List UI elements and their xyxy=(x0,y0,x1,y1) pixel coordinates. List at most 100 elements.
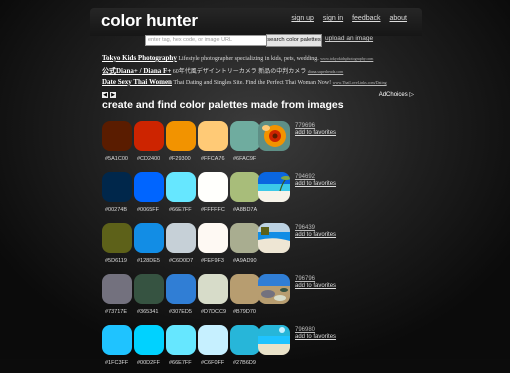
hex-label[interactable]: #C6D0D7 xyxy=(169,258,201,264)
ad-url[interactable]: www.ThaiLoveLinks.com/Dating xyxy=(333,80,387,85)
upload-image-link[interactable]: upload an image xyxy=(325,35,373,42)
nav-feedback[interactable]: feedback xyxy=(352,15,380,22)
hex-label[interactable]: #128DE5 xyxy=(137,258,169,264)
nav-sign-in[interactable]: sign in xyxy=(323,15,343,22)
ad-block: Tokyo Kids Photography Lifestyle photogr… xyxy=(102,54,414,90)
ad-prev-icon[interactable]: ◀ xyxy=(102,92,108,98)
palette-row: #73717E #365341 #307ED5 #D7DCC9 #B79D70 79679… xyxy=(102,274,422,322)
color-swatch[interactable] xyxy=(198,121,228,151)
hex-label[interactable]: #1FC3FF xyxy=(105,360,137,366)
hex-label[interactable]: #CD2400 xyxy=(137,156,169,162)
ad-url[interactable]: www.tokyokidsphotography.com xyxy=(320,56,373,61)
color-swatch[interactable] xyxy=(230,274,260,304)
hex-label[interactable]: #66E7FF xyxy=(169,360,201,366)
page-heading: create and find color palettes made from… xyxy=(102,99,344,111)
palette-id-link[interactable]: 796439 xyxy=(295,225,315,231)
hex-label[interactable]: #6FAC9F xyxy=(233,156,265,162)
palette-id-link[interactable]: 796980 xyxy=(295,327,315,333)
ad-url[interactable]: diana.superheadz.com xyxy=(308,69,344,74)
color-swatch[interactable] xyxy=(102,121,132,151)
color-swatch[interactable] xyxy=(198,223,228,253)
ad-title[interactable]: Tokyo Kids Photography xyxy=(102,54,177,62)
color-swatch[interactable] xyxy=(102,325,132,355)
ad-title[interactable]: 公式Diana+ / Diana F+ xyxy=(102,67,171,75)
hex-label[interactable]: #FFFFFC xyxy=(201,207,233,213)
ad-text: 60年代風デザイントリーカメラ 新品の中判カメラ xyxy=(172,69,307,75)
hex-label[interactable]: #00274B xyxy=(105,207,137,213)
color-swatch[interactable] xyxy=(166,172,196,202)
hex-label[interactable]: #F29300 xyxy=(169,156,201,162)
palette-id-link[interactable]: 796796 xyxy=(295,276,315,282)
hex-label[interactable]: #FFCA76 xyxy=(201,156,233,162)
nav-sign-up[interactable]: sign up xyxy=(291,15,314,22)
ad-choices-label: AdChoices xyxy=(378,92,408,98)
add-to-favorites-link[interactable]: add to favorites xyxy=(295,334,336,340)
search-input[interactable]: enter tag, hex code, or image URL xyxy=(145,35,267,46)
add-to-favorites-link[interactable]: add to favorites xyxy=(295,130,336,136)
palette-id-link[interactable]: 779696 xyxy=(295,123,315,129)
nav-about[interactable]: about xyxy=(389,15,407,22)
hex-label[interactable]: #B79D70 xyxy=(233,309,265,315)
add-to-favorites-link[interactable]: add to favorites xyxy=(295,181,336,187)
palette-thumbnail[interactable] xyxy=(258,325,290,355)
color-swatch[interactable] xyxy=(102,172,132,202)
color-swatch[interactable] xyxy=(198,325,228,355)
hex-label[interactable]: #FEF9F3 xyxy=(201,258,233,264)
color-swatch[interactable] xyxy=(134,121,164,151)
search-button[interactable]: search color palettes xyxy=(266,34,322,47)
ad-text: Lifestyle photographer specializing in k… xyxy=(178,56,319,62)
palette-thumbnail[interactable] xyxy=(258,121,290,151)
color-swatch[interactable] xyxy=(134,325,164,355)
ad-item: 公式Diana+ / Diana F+ 60年代風デザイントリーカメラ 新品の中… xyxy=(102,66,414,78)
ad-next-icon[interactable]: ▶ xyxy=(110,92,116,98)
hex-label[interactable]: #A9AD90 xyxy=(233,258,265,264)
top-nav: sign up sign in feedback about xyxy=(284,15,407,22)
add-to-favorites-link[interactable]: add to favorites xyxy=(295,232,336,238)
ad-item: Tokyo Kids Photography Lifestyle photogr… xyxy=(102,54,414,66)
main-container: color hunter sign up sign in feedback ab… xyxy=(90,8,422,366)
hex-label[interactable]: #0065FF xyxy=(137,207,169,213)
ad-choices[interactable]: AdChoices ▷ xyxy=(379,91,414,98)
hex-label[interactable]: #A8BD7A xyxy=(233,207,265,213)
color-swatch[interactable] xyxy=(198,172,228,202)
palette-thumbnail[interactable] xyxy=(258,274,290,304)
ad-title[interactable]: Date Sexy Thai Women xyxy=(102,78,172,86)
header-bar: color hunter sign up sign in feedback ab… xyxy=(90,8,422,36)
color-swatch[interactable] xyxy=(166,121,196,151)
color-swatch[interactable] xyxy=(230,172,260,202)
hex-label[interactable]: #D7DCC9 xyxy=(201,309,233,315)
hex-label[interactable]: #66E7FF xyxy=(169,207,201,213)
color-swatch[interactable] xyxy=(166,223,196,253)
ad-choices-icon: ▷ xyxy=(409,92,414,98)
ad-text: Thai Dating and Singles Site. Find the P… xyxy=(173,80,332,86)
hex-label[interactable]: #307ED5 xyxy=(169,309,201,315)
color-swatch[interactable] xyxy=(102,274,132,304)
palette-row: #5D6119 #128DE5 #C6D0D7 #FEF9F3 #A9AD90 79643… xyxy=(102,223,422,271)
color-swatch[interactable] xyxy=(102,223,132,253)
add-to-favorites-link[interactable]: add to favorites xyxy=(295,283,336,289)
palette-id-link[interactable]: 794692 xyxy=(295,174,315,180)
palette-thumbnail[interactable] xyxy=(258,172,290,202)
color-swatch[interactable] xyxy=(198,274,228,304)
site-logo[interactable]: color hunter xyxy=(101,11,198,31)
color-swatch[interactable] xyxy=(134,274,164,304)
color-swatch[interactable] xyxy=(230,121,260,151)
hex-label[interactable]: #365341 xyxy=(137,309,169,315)
hex-label[interactable]: #27B6D9 xyxy=(233,360,265,366)
color-swatch[interactable] xyxy=(230,223,260,253)
color-swatch[interactable] xyxy=(134,172,164,202)
palette-row: #1FC3FF #00D2FF #66E7FF #C6F0FF #27B6D9 79698… xyxy=(102,325,422,373)
palette-thumbnail[interactable] xyxy=(258,223,290,253)
palette-row: #5A1C00 #CD2400 #F29300 #FFCA76 #6FAC9F 77969… xyxy=(102,121,422,169)
hex-label[interactable]: #5D6119 xyxy=(105,258,137,264)
ad-item: Date Sexy Thai Women Thai Dating and Sin… xyxy=(102,78,414,90)
hex-label[interactable]: #00D2FF xyxy=(137,360,169,366)
hex-label[interactable]: #5A1C00 xyxy=(105,156,137,162)
palette-row: #00274B #0065FF #66E7FF #FFFFFC #A8BD7A 79469… xyxy=(102,172,422,220)
color-swatch[interactable] xyxy=(166,325,196,355)
hex-label[interactable]: #73717E xyxy=(105,309,137,315)
hex-label[interactable]: #C6F0FF xyxy=(201,360,233,366)
color-swatch[interactable] xyxy=(230,325,260,355)
color-swatch[interactable] xyxy=(166,274,196,304)
color-swatch[interactable] xyxy=(134,223,164,253)
